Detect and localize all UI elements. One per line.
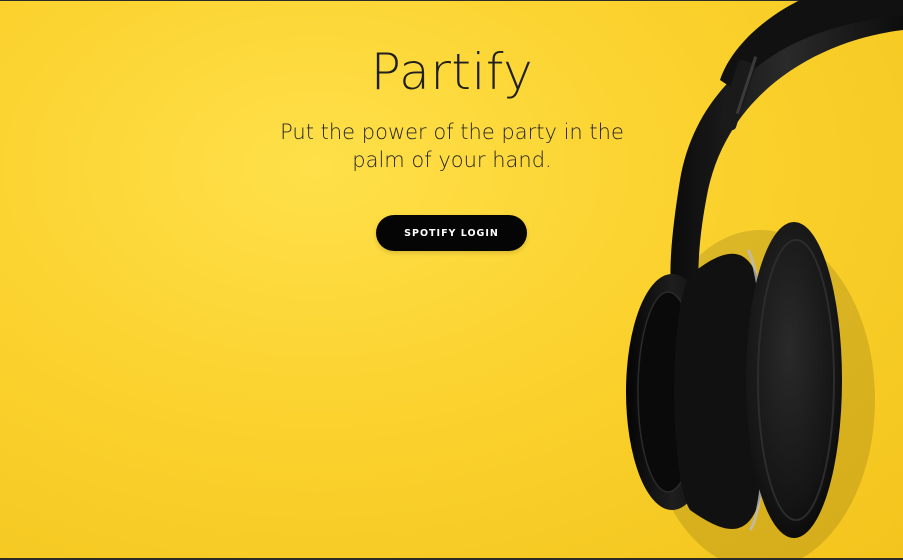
- tagline: Put the power of the party in the palm o…: [280, 120, 624, 172]
- app-title: Partify: [370, 43, 534, 101]
- hero-content: Partify Put the power of the party in th…: [222, 40, 682, 174]
- spotify-login-button[interactable]: SPOTIFY LOGIN: [376, 215, 527, 251]
